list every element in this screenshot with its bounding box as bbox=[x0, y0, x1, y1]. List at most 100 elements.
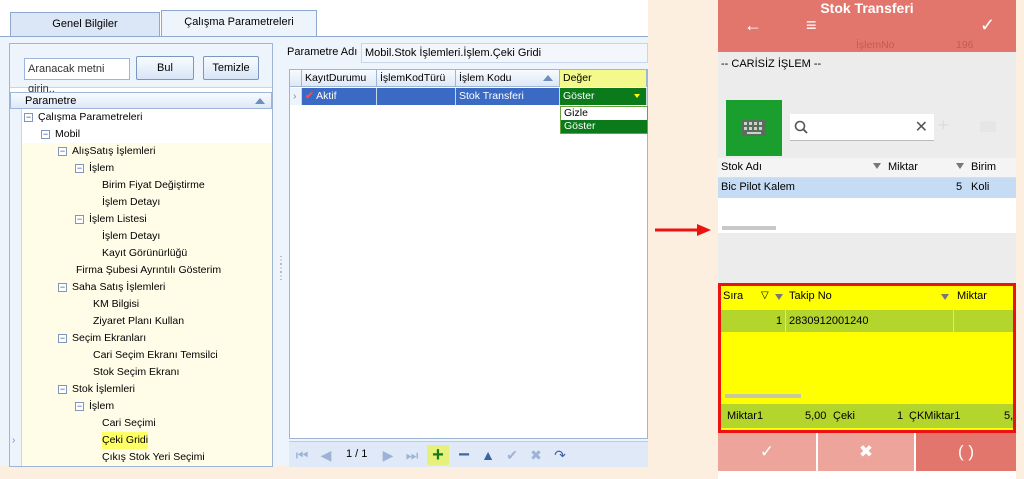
column-code-type[interactable]: İşlemKodTürü bbox=[377, 70, 456, 87]
tab-general-info[interactable]: Genel Bilgiler bbox=[10, 12, 160, 36]
parameter-name-value: Mobil.Stok İşlemleri.İşlem.Çeki Gridi bbox=[361, 43, 648, 63]
stock-unit: Koli bbox=[971, 181, 990, 193]
clear-button[interactable]: Temizle bbox=[203, 56, 259, 80]
collapse-toggle-icon[interactable]: − bbox=[58, 334, 67, 343]
confirm-check-icon[interactable]: ✓ bbox=[980, 15, 995, 36]
tree-node[interactable]: − İşlem bbox=[10, 398, 272, 415]
tracking-number: 2830912001240 bbox=[789, 315, 869, 327]
refresh-icon[interactable]: ↷ bbox=[549, 445, 571, 465]
collapse-toggle-icon[interactable]: − bbox=[58, 283, 67, 292]
horizontal-scrollbar[interactable] bbox=[725, 394, 801, 398]
collapse-toggle-icon[interactable]: − bbox=[24, 113, 33, 122]
tree-node[interactable]: Firma Şubesi Ayrıntılı Gösterim bbox=[10, 262, 272, 279]
collapse-toggle-icon[interactable]: − bbox=[75, 402, 84, 411]
tree-node[interactable]: − Çalışma Parametreleri bbox=[10, 109, 272, 126]
parameters-pane: Aranacak metni girin.. Bul Temizle Param… bbox=[0, 36, 648, 467]
filter-icon[interactable] bbox=[775, 294, 783, 300]
tree-row-gutter bbox=[10, 347, 22, 364]
tree-node[interactable]: − Seçim Ekranları bbox=[10, 330, 272, 347]
sort-descending-icon[interactable]: ▽ bbox=[761, 290, 769, 301]
tree-node[interactable]: İşlem Detayı bbox=[10, 228, 272, 245]
refresh-icon: ( ) bbox=[957, 442, 975, 461]
dropdown-option-show[interactable]: Göster bbox=[561, 120, 647, 133]
col-quantity[interactable]: Miktar bbox=[888, 161, 918, 173]
column-operation-code[interactable]: İşlem Kodu bbox=[456, 70, 560, 87]
value-combobox[interactable]: Göster bbox=[560, 88, 647, 105]
move-up-icon[interactable]: ▲ bbox=[477, 445, 499, 465]
previous-page-icon[interactable]: ◀ bbox=[315, 445, 337, 465]
column-status[interactable]: KayıtDurumu bbox=[302, 70, 377, 87]
tree-node[interactable]: KM Bilgisi bbox=[10, 296, 272, 313]
value-combobox-text: Göster bbox=[563, 90, 595, 102]
tree-node[interactable]: Kayıt Görünürlüğü bbox=[10, 245, 272, 262]
next-page-icon[interactable]: ▶ bbox=[377, 445, 399, 465]
collapse-toggle-icon[interactable]: − bbox=[58, 385, 67, 394]
tree-header[interactable]: Parametre bbox=[10, 92, 272, 109]
barcode-search-input[interactable]: ✕ bbox=[790, 114, 934, 141]
tree-node[interactable]: − İşlem bbox=[10, 160, 272, 177]
cell-operation-code[interactable]: Stok Transferi bbox=[456, 88, 560, 105]
tree-node-label: Kayıt Görünürlüğü bbox=[102, 247, 188, 259]
filter-icon[interactable] bbox=[956, 163, 964, 169]
collapse-toggle-icon[interactable]: − bbox=[41, 130, 50, 139]
filter-icon[interactable] bbox=[873, 163, 881, 169]
col-stock-name[interactable]: Stok Adı bbox=[721, 161, 762, 173]
tree-node[interactable]: − Mobil bbox=[10, 126, 272, 143]
current-row-icon: › bbox=[12, 435, 16, 446]
stock-row[interactable]: Bic Pilot Kalem 5 Koli bbox=[718, 178, 1016, 198]
tree-node[interactable]: Ziyaret Planı Kullan bbox=[10, 313, 272, 330]
grid-row[interactable]: › ✔ Aktif Stok Transferi Göster bbox=[290, 88, 647, 105]
close-icon: ✖ bbox=[858, 442, 874, 461]
tree-node[interactable]: − İşlem Listesi bbox=[10, 211, 272, 228]
last-page-icon[interactable]: ⏭ bbox=[401, 445, 423, 465]
column-divider bbox=[953, 310, 954, 332]
first-page-icon[interactable]: ⏮ bbox=[291, 445, 313, 465]
add-item-icon[interactable]: + bbox=[938, 115, 949, 136]
menu-icon[interactable]: ≡ bbox=[806, 15, 817, 36]
delete-record-icon[interactable]: − bbox=[453, 445, 475, 465]
dropdown-arrow-icon[interactable] bbox=[634, 94, 640, 98]
tree-node[interactable]: Cari Seçim Ekranı Temsilci bbox=[10, 347, 272, 364]
tab-working-parameters[interactable]: Çalışma Parametreleri bbox=[161, 10, 317, 37]
cell-status[interactable]: ✔ Aktif bbox=[302, 88, 377, 105]
col-tracking-number[interactable]: Takip No bbox=[789, 290, 832, 302]
tree-node[interactable]: − Stok İşlemleri bbox=[10, 381, 272, 398]
splitter-handle[interactable]: ⋮ ⋮ ⋮ bbox=[276, 256, 286, 282]
cancel-icon[interactable]: ✖ bbox=[525, 445, 547, 465]
reject-button[interactable]: ✖ bbox=[818, 433, 914, 471]
filter-icon[interactable] bbox=[941, 294, 949, 300]
collapse-toggle-icon[interactable]: − bbox=[75, 215, 84, 224]
find-button[interactable]: Bul bbox=[136, 56, 194, 80]
tree-body: − Çalışma Parametreleri − Mobil − AlışSatış İ… bbox=[10, 109, 272, 466]
clear-search-icon[interactable]: ✕ bbox=[915, 117, 928, 137]
col-unit[interactable]: Birim bbox=[971, 161, 996, 173]
add-record-icon[interactable]: + bbox=[427, 445, 449, 465]
back-arrow-icon[interactable]: ← bbox=[744, 15, 762, 36]
keyboard-button[interactable] bbox=[726, 100, 782, 156]
dropdown-option-hide[interactable]: Gizle bbox=[561, 107, 647, 120]
tracking-row[interactable]: 1 2830912001240 bbox=[721, 310, 1013, 332]
tree-node[interactable]: İşlem Detayı bbox=[10, 194, 272, 211]
tree-node[interactable]: Cari Seçimi bbox=[10, 415, 272, 432]
tree-node[interactable]: − Saha Satış İşlemleri bbox=[10, 279, 272, 296]
tree-node[interactable]: Çıkış Stok Yeri Seçimi bbox=[10, 449, 272, 466]
camera-icon[interactable] bbox=[980, 121, 996, 132]
horizontal-scrollbar[interactable] bbox=[722, 226, 776, 230]
reset-button[interactable]: ( ) bbox=[916, 433, 1016, 471]
tree-node[interactable]: Birim Fiyat Değiştirme bbox=[10, 177, 272, 194]
collapse-toggle-icon[interactable]: − bbox=[58, 147, 67, 156]
cell-code-type[interactable] bbox=[377, 88, 456, 105]
col-tracking-quantity[interactable]: Miktar bbox=[957, 290, 987, 302]
collapse-toggle-icon[interactable]: − bbox=[75, 164, 84, 173]
column-value[interactable]: Değer bbox=[560, 70, 647, 87]
approve-button[interactable]: ✓ bbox=[718, 433, 816, 471]
tree-node[interactable]: Çeki Gridi › bbox=[10, 432, 272, 449]
tree-row-gutter bbox=[10, 330, 22, 347]
search-input[interactable]: Aranacak metni girin.. bbox=[24, 58, 130, 95]
confirm-icon[interactable]: ✔ bbox=[501, 445, 523, 465]
tree-node[interactable]: Stok Seçim Ekranı bbox=[10, 364, 272, 381]
tree-node-label: Cari Seçimi bbox=[102, 417, 156, 429]
col-sequence[interactable]: Sıra bbox=[723, 290, 743, 302]
grid-corner bbox=[290, 70, 302, 87]
tree-node[interactable]: − AlışSatış İşlemleri bbox=[10, 143, 272, 160]
